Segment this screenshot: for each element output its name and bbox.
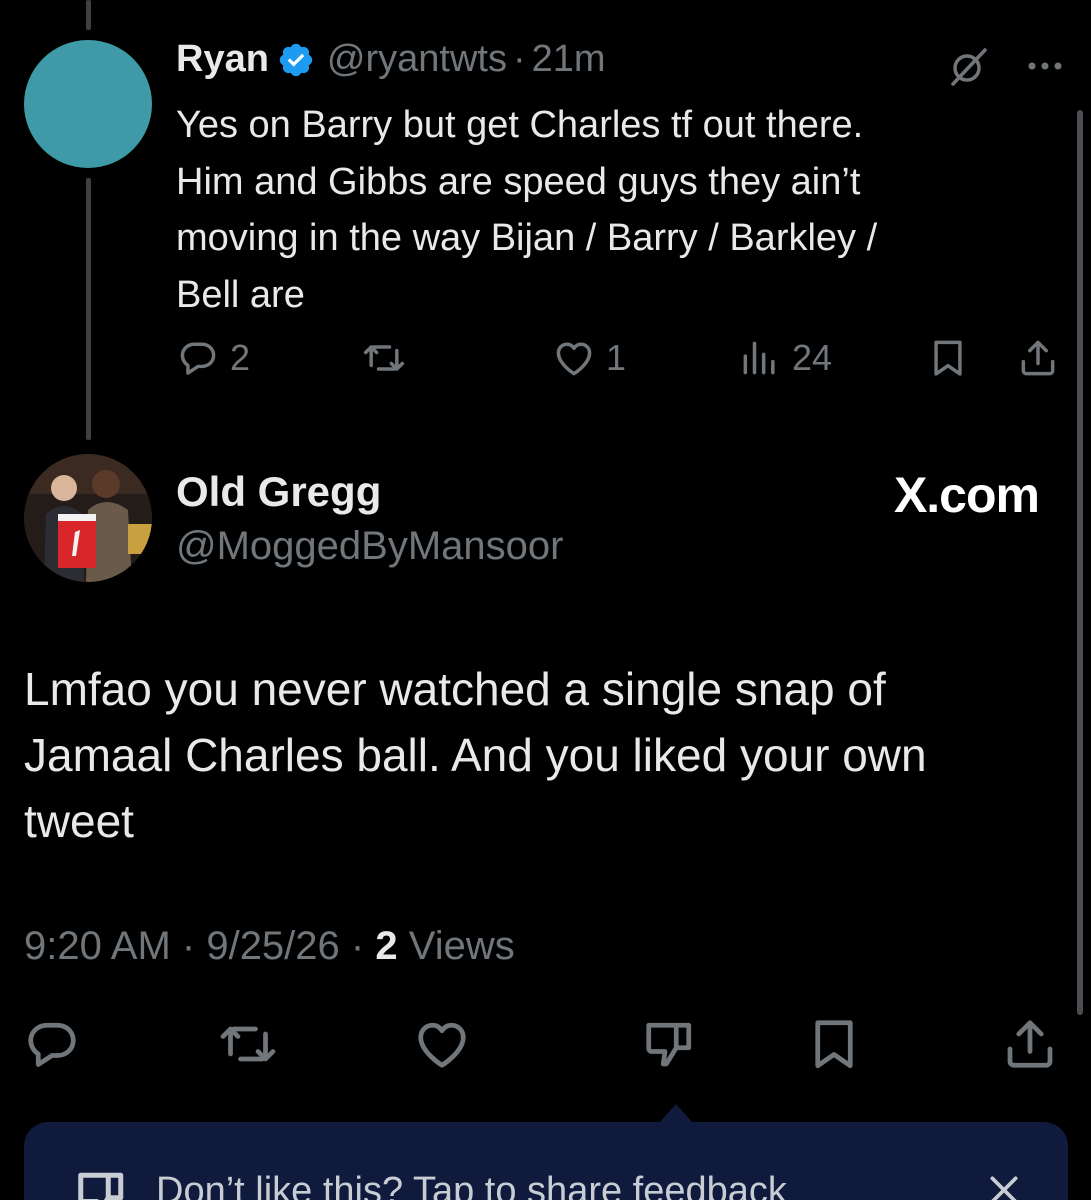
tweet-date[interactable]: 9/25/26 <box>206 924 339 968</box>
thread-connector-line <box>86 0 91 30</box>
separator-dot: · <box>350 924 376 968</box>
tweet-thread-view: Ryan @ryantwts · 21m Yes on Barry but ge… <box>0 0 1091 1200</box>
thumbs-down-icon <box>646 1022 692 1067</box>
tweet-text-line: Yes on Barry but get Charles tf out ther… <box>176 104 864 146</box>
reply-button[interactable] <box>22 1014 82 1074</box>
bookmark-icon <box>934 340 962 376</box>
parent-action-bar: 2 1 24 <box>0 336 1091 388</box>
separator-dot: · <box>181 924 207 968</box>
parent-bookmark-button[interactable] <box>926 336 970 380</box>
heart-icon <box>418 1022 466 1068</box>
parent-reply-button[interactable]: 2 <box>176 336 250 380</box>
tweet-text-line: tweet <box>24 795 134 847</box>
bookmark-button[interactable] <box>804 1014 864 1074</box>
retweet-button[interactable] <box>218 1014 278 1074</box>
parent-author-name[interactable]: Ryan <box>176 38 269 81</box>
main-tweet-text: Lmfao you never watched a single snap of… <box>24 656 1064 854</box>
reply-icon <box>180 342 216 375</box>
retweet-icon <box>363 345 405 371</box>
parent-share-button[interactable] <box>1016 336 1060 380</box>
tweet-text-line: Lmfao you never watched a single snap of <box>24 663 886 715</box>
main-author-name[interactable]: Old Gregg <box>176 468 381 516</box>
parent-like-count: 1 <box>606 337 627 378</box>
verified-badge-icon <box>279 43 313 76</box>
main-author-handle[interactable]: @MoggedByMansoor <box>176 524 563 569</box>
xcom-watermark: X.com <box>893 467 1040 523</box>
parent-views-button[interactable]: 24 <box>738 336 832 380</box>
parent-tweet-text: Yes on Barry but get Charles tf out ther… <box>176 97 1036 323</box>
main-action-bar <box>0 1014 1091 1074</box>
thumbs-down-icon <box>78 1172 124 1200</box>
parent-tweet-time[interactable]: 21m <box>532 38 606 81</box>
parent-views-count: 24 <box>792 337 833 378</box>
like-button[interactable] <box>412 1014 472 1074</box>
scrollbar[interactable] <box>1077 110 1083 1015</box>
share-button[interactable] <box>1000 1014 1060 1074</box>
parent-reply-count: 2 <box>230 337 251 378</box>
tweet-text-line: Him and Gibbs are speed guys they ain’t <box>176 160 861 203</box>
separator-dot: · <box>512 38 526 80</box>
retweet-icon <box>220 1026 276 1062</box>
share-icon <box>1007 1020 1053 1068</box>
tweet-time[interactable]: 9:20 AM <box>24 924 171 968</box>
parent-author-handle[interactable]: @ryantwts <box>327 38 507 81</box>
heart-icon <box>556 342 592 376</box>
parent-header-actions <box>947 44 1063 88</box>
reply-icon <box>28 1022 76 1067</box>
close-icon[interactable] <box>984 1170 1024 1200</box>
tweet-text-line: Jamaal Charles ball. And you liked your … <box>24 729 927 781</box>
banner-pointer <box>658 1104 694 1124</box>
share-icon <box>1021 340 1055 376</box>
tweet-text-line: Bell are <box>176 273 305 316</box>
bookmark-icon <box>815 1020 853 1069</box>
main-avatar[interactable] <box>24 454 152 582</box>
views-label: Views <box>408 924 515 968</box>
parent-tweet-header: Ryan @ryantwts · 21m <box>176 38 606 81</box>
more-icon[interactable] <box>1027 59 1063 73</box>
parent-avatar[interactable] <box>24 40 152 168</box>
parent-like-button[interactable]: 1 <box>552 336 626 380</box>
views-count: 2 <box>375 924 398 968</box>
avatar-photo <box>24 454 152 582</box>
views-icon <box>743 341 775 375</box>
thread-connector-line <box>86 178 91 440</box>
grok-icon[interactable] <box>947 44 991 88</box>
dislike-button[interactable] <box>640 1014 700 1074</box>
feedback-banner-text: Don’t like this? Tap to share feedback <box>156 1170 787 1200</box>
tweet-text-line: moving in the way Bijan / Barry / Barkle… <box>176 217 878 259</box>
feedback-banner[interactable]: Don’t like this? Tap to share feedback <box>24 1122 1068 1200</box>
parent-retweet-button[interactable] <box>362 336 406 380</box>
tweet-metadata: 9:20 AM · 9/25/26 · 2 Views <box>24 924 515 969</box>
